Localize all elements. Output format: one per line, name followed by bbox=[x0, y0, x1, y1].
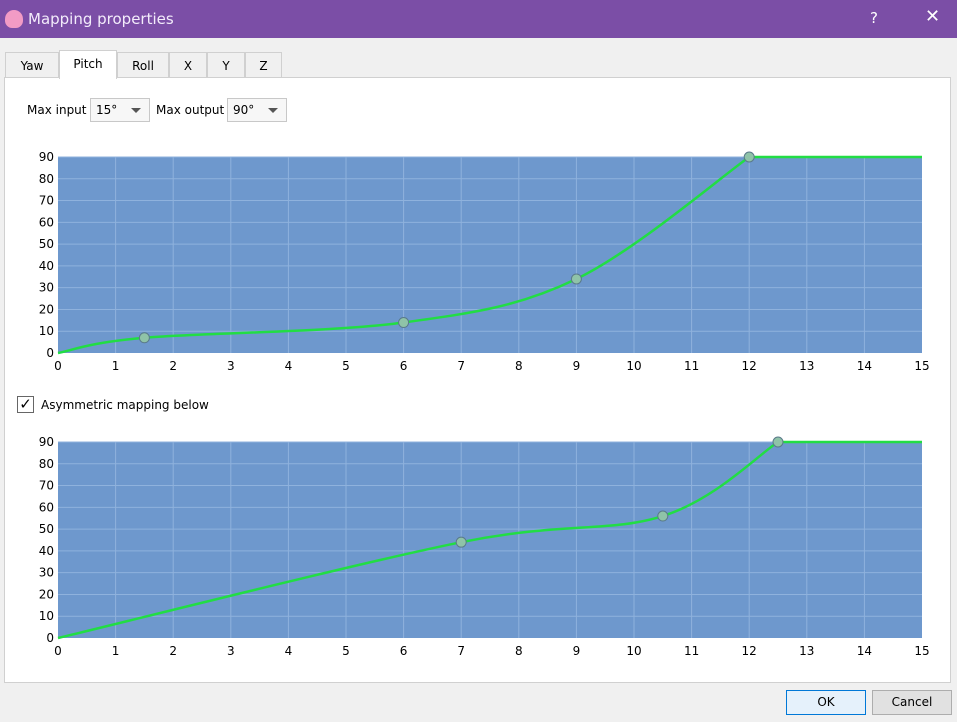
title-bar: Mapping properties ? ✕ bbox=[0, 0, 957, 38]
chevron-down-icon bbox=[131, 108, 141, 113]
x-tick-label: 7 bbox=[457, 359, 465, 373]
x-tick-label: 3 bbox=[227, 644, 235, 658]
x-tick-label: 2 bbox=[169, 359, 177, 373]
y-tick-label: 50 bbox=[39, 237, 54, 251]
x-tick-label: 13 bbox=[799, 644, 814, 658]
help-button[interactable]: ? bbox=[870, 9, 878, 27]
y-tick-label: 70 bbox=[39, 479, 54, 493]
x-tick-label: 6 bbox=[400, 644, 408, 658]
tab-y[interactable]: Y bbox=[207, 52, 245, 78]
y-tick-label: 70 bbox=[39, 194, 54, 208]
window-title: Mapping properties bbox=[28, 10, 174, 28]
y-tick-label: 0 bbox=[46, 346, 54, 360]
y-tick-label: 60 bbox=[39, 215, 54, 229]
max-output-value: 90° bbox=[233, 103, 255, 117]
plot-area bbox=[58, 157, 922, 353]
x-tick-label: 9 bbox=[573, 644, 581, 658]
y-tick-label: 50 bbox=[39, 522, 54, 536]
x-tick-label: 12 bbox=[742, 644, 757, 658]
control-point-handle[interactable] bbox=[657, 510, 669, 522]
x-tick-label: 1 bbox=[112, 644, 120, 658]
y-tick-label: 90 bbox=[39, 150, 54, 164]
tab-roll[interactable]: Roll bbox=[117, 52, 169, 78]
x-tick-label: 10 bbox=[626, 644, 641, 658]
mapping-chart-top[interactable]: 0 1 2 3 4 5 6 7 8 9 10 11 12 13 14 15010203040506070809… bbox=[0, 140, 957, 380]
tab-pitch[interactable]: Pitch bbox=[59, 50, 117, 79]
tab-x[interactable]: X bbox=[169, 52, 207, 78]
y-tick-label: 0 bbox=[46, 631, 54, 645]
x-tick-label: 11 bbox=[684, 644, 699, 658]
tab-z[interactable]: Z bbox=[245, 52, 282, 78]
asymmetric-label: Asymmetric mapping below bbox=[41, 398, 209, 412]
y-tick-label: 60 bbox=[39, 500, 54, 514]
y-tick-label: 30 bbox=[39, 281, 54, 295]
x-tick-label: 1 bbox=[112, 359, 120, 373]
plot-area bbox=[58, 442, 922, 638]
y-tick-label: 30 bbox=[39, 566, 54, 580]
control-point-handle[interactable] bbox=[743, 151, 755, 163]
x-tick-label: 4 bbox=[285, 359, 293, 373]
x-tick-label: 11 bbox=[684, 359, 699, 373]
x-tick-label: 0 bbox=[54, 644, 62, 658]
close-button[interactable]: ✕ bbox=[925, 6, 940, 27]
y-tick-label: 80 bbox=[39, 172, 54, 186]
max-output-select[interactable]: 90° bbox=[227, 98, 287, 122]
x-tick-label: 10 bbox=[626, 359, 641, 373]
x-tick-label: 14 bbox=[857, 644, 872, 658]
x-tick-label: 5 bbox=[342, 644, 350, 658]
control-point-handle[interactable] bbox=[455, 536, 467, 548]
y-tick-label: 80 bbox=[39, 457, 54, 471]
x-tick-label: 8 bbox=[515, 359, 523, 373]
y-tick-label: 20 bbox=[39, 302, 54, 316]
x-tick-label: 14 bbox=[857, 359, 872, 373]
x-tick-label: 15 bbox=[914, 644, 929, 658]
y-tick-label: 90 bbox=[39, 435, 54, 449]
control-point-handle[interactable] bbox=[398, 317, 410, 329]
y-tick-label: 40 bbox=[39, 544, 54, 558]
cancel-button[interactable]: Cancel bbox=[872, 690, 952, 715]
control-point-handle[interactable] bbox=[138, 332, 150, 344]
asymmetric-checkbox[interactable]: ✓ bbox=[17, 396, 34, 413]
max-input-label: Max input bbox=[27, 103, 87, 117]
app-icon bbox=[5, 10, 23, 28]
control-point-handle[interactable] bbox=[772, 436, 784, 448]
x-tick-label: 9 bbox=[573, 359, 581, 373]
x-tick-label: 0 bbox=[54, 359, 62, 373]
control-point-handle[interactable] bbox=[570, 273, 582, 285]
mapping-chart-bottom[interactable]: 0 1 2 3 4 5 6 7 8 9 10 11 12 13 14 15010203040506070809… bbox=[0, 425, 957, 665]
y-tick-label: 40 bbox=[39, 259, 54, 273]
y-tick-label: 20 bbox=[39, 587, 54, 601]
x-tick-label: 3 bbox=[227, 359, 235, 373]
x-tick-label: 6 bbox=[400, 359, 408, 373]
x-tick-label: 13 bbox=[799, 359, 814, 373]
chevron-down-icon bbox=[268, 108, 278, 113]
x-tick-label: 4 bbox=[285, 644, 293, 658]
tab-yaw[interactable]: Yaw bbox=[5, 52, 59, 78]
max-input-select[interactable]: 15° bbox=[90, 98, 150, 122]
y-tick-label: 10 bbox=[39, 609, 54, 623]
x-tick-label: 8 bbox=[515, 644, 523, 658]
x-tick-label: 7 bbox=[457, 644, 465, 658]
x-tick-label: 12 bbox=[742, 359, 757, 373]
y-tick-label: 10 bbox=[39, 324, 54, 338]
x-tick-label: 5 bbox=[342, 359, 350, 373]
x-tick-label: 15 bbox=[914, 359, 929, 373]
max-output-label: Max output bbox=[156, 103, 225, 117]
max-input-value: 15° bbox=[96, 103, 118, 117]
x-tick-label: 2 bbox=[169, 644, 177, 658]
ok-button[interactable]: OK bbox=[786, 690, 866, 715]
